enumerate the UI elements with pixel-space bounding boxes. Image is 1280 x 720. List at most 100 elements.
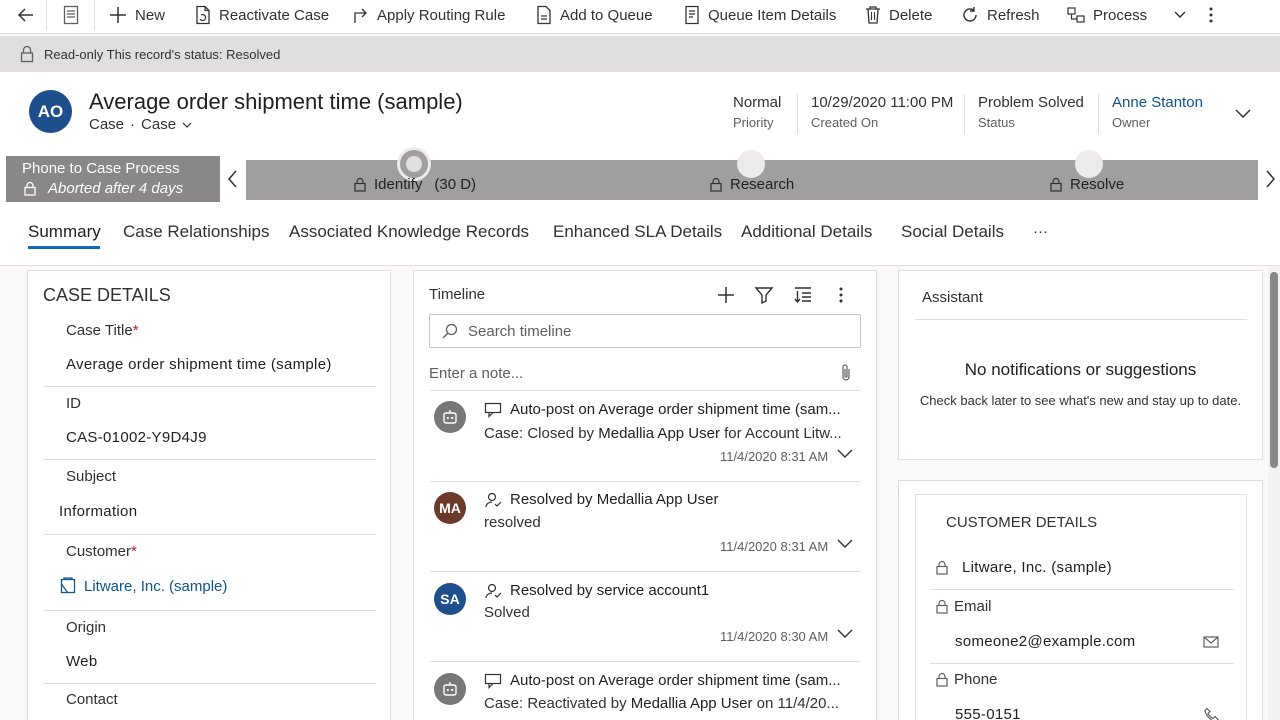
note-input[interactable]: Enter a note... <box>429 365 523 382</box>
process-button[interactable]: Process <box>1066 0 1188 30</box>
tab-enhanced-sla-details[interactable]: Enhanced SLA Details <box>553 222 722 242</box>
expand-item-button[interactable] <box>836 628 854 640</box>
email-field[interactable]: someone2@example.com <box>955 633 1135 650</box>
routing-arrow-icon <box>354 8 367 23</box>
body-user: Medallia App User <box>598 425 720 442</box>
expand-item-button[interactable] <box>836 448 854 460</box>
process-name: Phone to Case Process <box>22 160 180 177</box>
lock-icon <box>936 560 948 575</box>
body-text: Case: Reactivated by <box>484 695 631 712</box>
origin-field[interactable]: Web <box>66 653 97 670</box>
back-arrow-icon <box>17 8 33 22</box>
process-prev-button[interactable] <box>222 166 242 192</box>
entity-name: Case <box>89 116 125 133</box>
account-icon <box>60 577 76 594</box>
tab-associated-knowledge-records[interactable]: Associated Knowledge Records <box>289 222 529 242</box>
more-commands-button[interactable] <box>1204 0 1218 30</box>
timeline-item-date: 11/4/2020 8:31 AM <box>720 449 829 464</box>
id-field[interactable]: CAS-01002-Y9D4J9 <box>66 429 207 446</box>
record-entity-line: Case · Case <box>89 116 193 133</box>
form-selector-button[interactable] <box>62 0 80 30</box>
tab-additional-details[interactable]: Additional Details <box>741 222 872 242</box>
timeline-item[interactable]: Auto-post on Average order shipment time… <box>414 393 876 479</box>
case-details-section: CASE DETAILS Case Title* Average order s… <box>27 270 391 720</box>
customer-field[interactable]: Litware, Inc. (sample) <box>60 577 227 595</box>
timeline-item-body: Case: Closed by Medallia App User for Ac… <box>484 425 842 442</box>
owner-label: Owner <box>1112 115 1151 130</box>
process-name-panel[interactable]: Phone to Case Process Aborted after 4 da… <box>6 156 220 202</box>
timeline-item[interactable]: SA Resolved by service account1 Solved 1… <box>414 574 876 660</box>
field-divider <box>44 534 376 535</box>
attach-button[interactable] <box>839 363 853 383</box>
customer-account-field[interactable]: Litware, Inc. (sample) <box>936 559 1112 576</box>
filter-icon <box>754 287 774 305</box>
timeline-item-header: Auto-post on Average order shipment time… <box>484 401 841 418</box>
timeline-item-body: Solved <box>484 604 530 621</box>
bot-icon <box>443 410 457 424</box>
tab-social-details[interactable]: Social Details <box>901 222 1004 242</box>
case-title-field[interactable]: Average order shipment time (sample) <box>66 356 332 373</box>
section-heading: CASE DETAILS <box>43 285 171 305</box>
document-icon <box>63 5 79 25</box>
timeline-more-button[interactable] <box>834 285 848 305</box>
back-button[interactable] <box>16 0 36 30</box>
field-divider <box>44 386 376 387</box>
timeline-filter-button[interactable] <box>754 285 774 305</box>
divider <box>430 661 860 662</box>
timeline-sort-button[interactable] <box>793 285 813 305</box>
phone-field[interactable]: 555-0151 <box>955 706 1021 720</box>
expand-item-button[interactable] <box>836 538 854 550</box>
required-marker: * <box>132 322 139 339</box>
tab-overflow-button[interactable]: ··· <box>1033 223 1048 240</box>
priority-label: Priority <box>733 115 774 130</box>
plus-icon <box>110 7 126 23</box>
timeline-item[interactable]: MA Resolved by Medallia App User resolve… <box>414 483 876 569</box>
timeline-search-box[interactable]: Search timeline <box>429 314 861 348</box>
reactivate-case-label: Reactivate Case <box>219 6 330 24</box>
search-icon <box>442 323 458 339</box>
chevron-down-icon <box>1174 11 1186 18</box>
new-label: New <box>135 6 166 24</box>
stage-research[interactable]: Research <box>710 176 794 193</box>
process-label: Process <box>1093 6 1148 24</box>
queue-icon <box>537 5 551 25</box>
queue-item-details-button[interactable]: Queue Item Details <box>683 0 836 30</box>
post-icon <box>484 673 502 689</box>
process-next-button[interactable] <box>1262 166 1280 192</box>
user-avatar: SA <box>434 583 466 615</box>
subject-field[interactable]: Information <box>59 503 137 520</box>
trash-icon <box>866 6 880 24</box>
timeline-add-button[interactable] <box>716 285 736 305</box>
details-document-icon <box>685 5 699 25</box>
add-to-queue-button[interactable]: Add to Queue <box>535 0 653 30</box>
apply-routing-rule-button[interactable]: Apply Routing Rule <box>352 0 505 30</box>
command-bar: New Reactivate Case Apply Routing Rule A… <box>0 0 1280 34</box>
expand-header-button[interactable] <box>1234 106 1252 120</box>
scrollbar-thumb[interactable] <box>1270 272 1278 468</box>
search-placeholder: Search timeline <box>468 322 572 340</box>
stage-identify[interactable]: Identify (30 D) <box>354 176 476 193</box>
owner-link[interactable]: Anne Stanton <box>1112 94 1203 111</box>
chevron-down-icon <box>837 539 853 548</box>
send-email-button[interactable] <box>1202 634 1220 650</box>
timeline-section: Timeline Search timeline Enter a note...… <box>413 270 877 720</box>
new-button[interactable]: New <box>108 0 165 30</box>
timeline-item-header: Resolved by service account1 <box>484 582 709 599</box>
avatar-initials: AO <box>37 101 64 121</box>
customer-link[interactable]: Litware, Inc. (sample) <box>84 578 227 595</box>
refresh-button[interactable]: Refresh <box>960 0 1040 30</box>
stage-resolve[interactable]: Resolve <box>1050 176 1124 193</box>
divider <box>915 319 1247 320</box>
form-switcher[interactable]: Case <box>141 116 193 133</box>
tab-summary[interactable]: Summary <box>28 222 101 242</box>
email-label-text: Email <box>954 598 992 615</box>
customer-details-card: CUSTOMER DETAILS Litware, Inc. (sample) … <box>898 480 1263 720</box>
reactivate-case-button[interactable]: Reactivate Case <box>194 0 329 30</box>
form-name: Case <box>141 116 177 133</box>
refresh-icon <box>963 7 977 22</box>
call-button[interactable] <box>1204 707 1220 720</box>
tab-case-relationships[interactable]: Case Relationships <box>123 222 269 242</box>
delete-button[interactable]: Delete <box>864 0 932 30</box>
readonly-notification-bar: Read-only This record's status: Resolved <box>0 36 1280 72</box>
timeline-item[interactable]: Auto-post on Average order shipment time… <box>414 664 876 720</box>
